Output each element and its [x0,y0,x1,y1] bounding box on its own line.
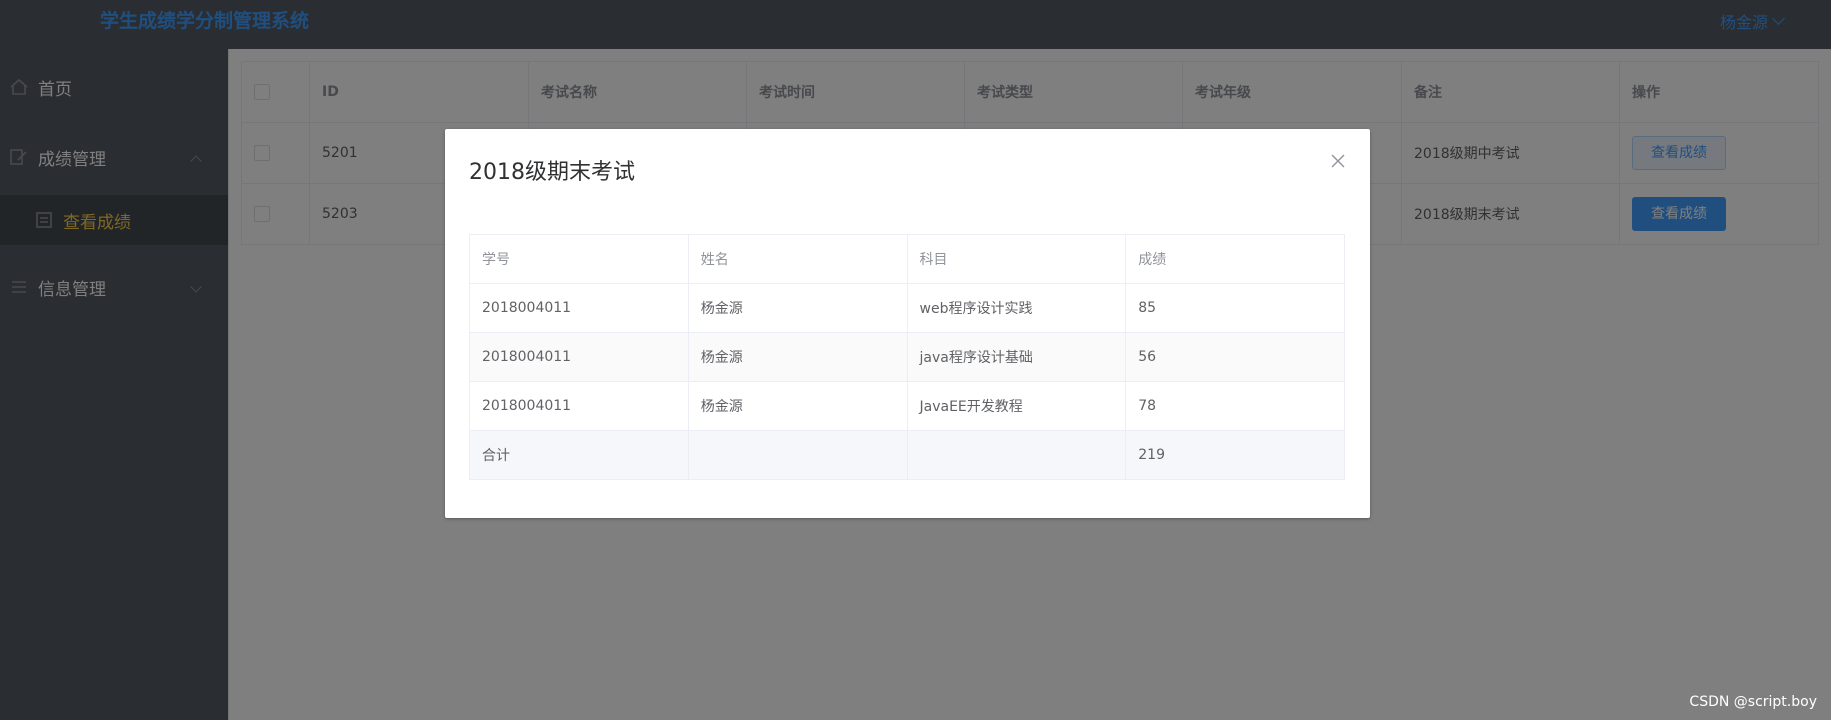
column-header: 科目 [906,234,1127,284]
column-header: 学号 [469,234,689,284]
cell-student-id: 2018004011 [469,332,689,382]
cell-score: 78 [1125,381,1345,431]
summary-total: 219 [1125,430,1345,480]
cell-name: 杨金源 [687,332,908,382]
dialog-title: 2018级期末考试 [469,160,635,185]
cell-subject: web程序设计实践 [906,283,1127,333]
table-row: 2018004011 杨金源 web程序设计实践 85 [469,283,1345,333]
cell-student-id: 2018004011 [469,283,689,333]
cell-score: 56 [1125,332,1345,382]
summary-label: 合计 [469,430,689,480]
cell-name: 杨金源 [687,283,908,333]
cell-student-id: 2018004011 [469,381,689,431]
watermark: CSDN @script.boy [1689,694,1817,710]
summary-row: 合计 219 [469,430,1345,480]
cell-subject: JavaEE开发教程 [906,381,1127,431]
close-icon[interactable] [1326,149,1350,173]
table-header-row: 学号 姓名 科目 成绩 [469,234,1345,284]
score-dialog: 2018级期末考试 学号 姓名 科目 成绩 2018004011 杨金源 web… [445,129,1370,518]
score-table: 学号 姓名 科目 成绩 2018004011 杨金源 web程序设计实践 85 … [469,234,1345,480]
cell-subject: java程序设计基础 [906,332,1127,382]
cell-score: 85 [1125,283,1345,333]
table-row: 2018004011 杨金源 JavaEE开发教程 78 [469,381,1345,431]
column-header: 姓名 [687,234,908,284]
cell-name: 杨金源 [687,381,908,431]
table-row: 2018004011 杨金源 java程序设计基础 56 [469,332,1345,382]
column-header: 成绩 [1125,234,1345,284]
